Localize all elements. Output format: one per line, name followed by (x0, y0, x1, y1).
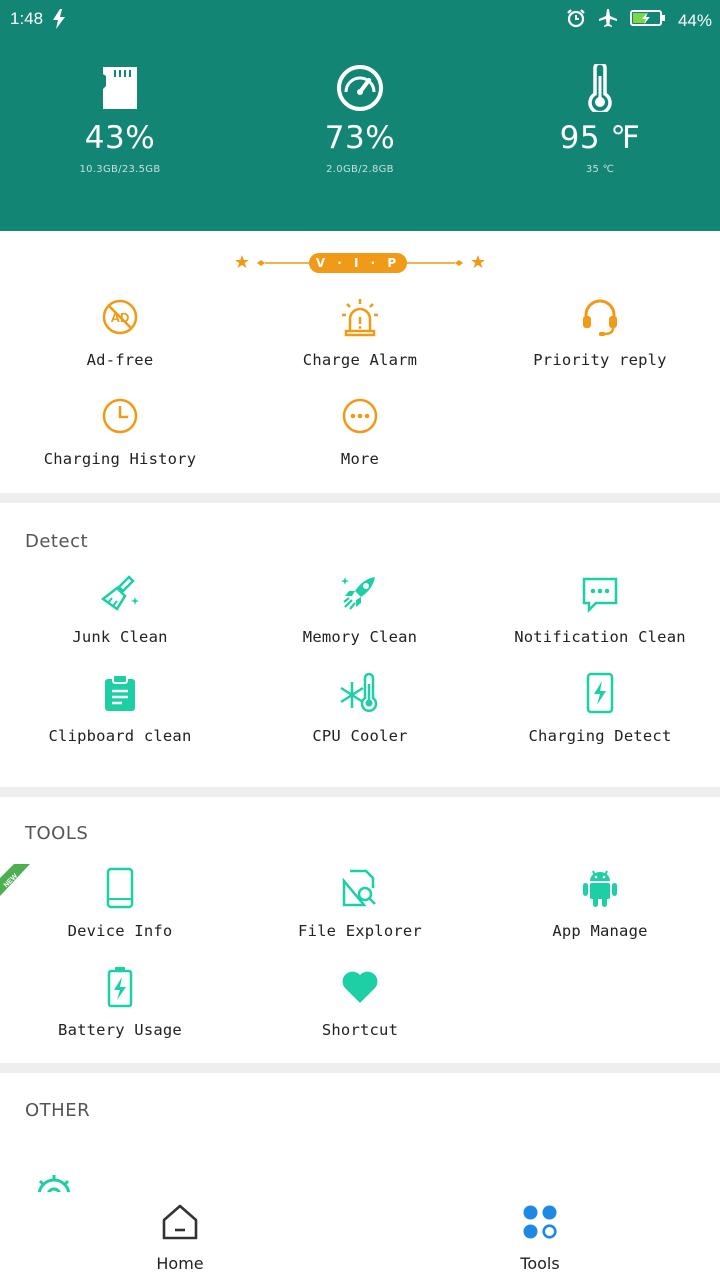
temperature-stat[interactable]: 95 ℉ 35 ℃ (480, 62, 720, 175)
memory-stat[interactable]: 73% 2.0GB/2.8GB (240, 62, 480, 175)
section-title: Detect (25, 531, 89, 552)
vip-badge: V · I · P (309, 253, 407, 273)
item-label: Charge Alarm (302, 351, 418, 369)
cpu-cooler-item[interactable]: CPU Cooler (240, 671, 480, 745)
section-title: TOOLS (25, 823, 89, 844)
item-label: More (340, 450, 380, 468)
rocket-icon (240, 572, 480, 616)
charging-history-item[interactable]: Charging History (0, 394, 240, 468)
item-label: Clipboard clean (48, 727, 192, 745)
alarm-clock-icon (566, 8, 586, 33)
home-icon (0, 1198, 360, 1246)
tools-grid-icon (360, 1198, 720, 1246)
header-panel: 1:48 44% 43% 10.3GB/23.5GB 73% 2.0GB/2.8… (0, 0, 720, 231)
file-search-icon (240, 866, 480, 910)
heart-icon (240, 965, 480, 1009)
thermometer-icon (480, 62, 720, 114)
priority-reply-item[interactable]: Priority reply (480, 295, 720, 369)
status-bar: 1:48 44% (0, 0, 720, 40)
temperature-celsius: 35 ℃ (585, 164, 615, 175)
item-label: File Explorer (298, 922, 422, 940)
sd-card-icon (0, 62, 240, 114)
item-label: Charging Detect (528, 727, 672, 745)
memory-percent: 73% (324, 120, 396, 156)
item-label: Device Info (67, 922, 173, 940)
nav-home[interactable]: Home (0, 1192, 360, 1273)
memory-detail: 2.0GB/2.8GB (326, 164, 394, 175)
file-explorer-item[interactable]: File Explorer (240, 866, 480, 940)
item-label: App Manage (552, 922, 648, 940)
item-label: Shortcut (321, 1021, 399, 1039)
battery-bolt-icon (0, 965, 240, 1009)
memory-clean-item[interactable]: Memory Clean (240, 572, 480, 646)
phone-charging-icon (480, 671, 720, 715)
bottom-navigation: Home Tools (0, 1192, 720, 1280)
item-label: Junk Clean (72, 628, 168, 646)
item-label: Notification Clean (514, 628, 686, 646)
ad-free-icon: AD (0, 295, 240, 339)
item-label: Ad-free (86, 351, 154, 369)
more-icon (240, 394, 480, 438)
chat-bubble-icon (480, 572, 720, 616)
storage-detail: 10.3GB/23.5GB (79, 164, 161, 175)
notification-clean-item[interactable]: Notification Clean (480, 572, 720, 646)
shortcut-item[interactable]: Shortcut (240, 965, 480, 1039)
charge-alarm-item[interactable]: Charge Alarm (240, 295, 480, 369)
alarm-light-icon (240, 295, 480, 339)
battery-usage-item[interactable]: Battery Usage (0, 965, 240, 1039)
device-info-item[interactable]: Device Info (0, 866, 240, 940)
item-label: Memory Clean (302, 628, 418, 646)
airplane-icon (598, 8, 618, 33)
phone-icon (0, 866, 240, 910)
nav-label: Tools (520, 1254, 560, 1273)
storage-percent: 43% (84, 120, 156, 156)
battery-icon (629, 8, 666, 33)
item-label: Priority reply (533, 351, 667, 369)
item-label: CPU Cooler (312, 727, 408, 745)
charging-detect-item[interactable]: Charging Detect (480, 671, 720, 745)
nav-tools[interactable]: Tools (360, 1192, 720, 1273)
vip-banner: V · I · P (235, 252, 485, 274)
clipboard-icon (0, 671, 240, 715)
headset-icon (480, 295, 720, 339)
nav-label: Home (156, 1254, 204, 1273)
charging-bolt-icon (52, 9, 66, 33)
gauge-icon (240, 62, 480, 114)
storage-stat[interactable]: 43% 10.3GB/23.5GB (0, 62, 240, 175)
snowflake-thermometer-icon (240, 671, 480, 715)
app-manage-item[interactable]: App Manage (480, 866, 720, 940)
temperature-fahrenheit: 95 ℉ (559, 120, 641, 156)
junk-clean-item[interactable]: Junk Clean (0, 572, 240, 646)
android-icon (480, 866, 720, 910)
clipboard-clean-item[interactable]: Clipboard clean (0, 671, 240, 745)
section-title: OTHER (25, 1100, 91, 1121)
battery-percent: 44% (677, 10, 712, 30)
item-label: Battery Usage (58, 1021, 182, 1039)
item-label: Charging History (43, 450, 197, 468)
ad-free-item[interactable]: AD Ad-free (0, 295, 240, 369)
clock-icon (0, 394, 240, 438)
status-time: 1:48 (10, 9, 44, 28)
more-item[interactable]: More (240, 394, 480, 468)
broom-icon (0, 572, 240, 616)
